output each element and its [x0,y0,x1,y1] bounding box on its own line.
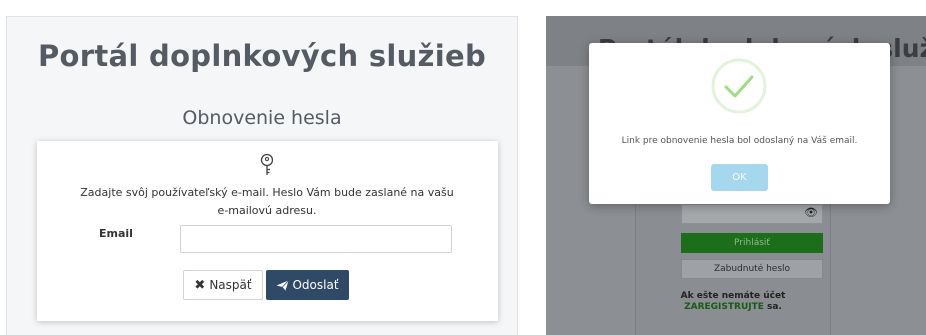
background-register-text: Ak ešte nemáte účet ZAREGISTRUJTE sa. [636,291,830,313]
reset-form-card: Zadajte svôj používateľský e-mail. Heslo… [37,141,498,321]
eye-icon: 👁 [804,206,818,219]
background-forgot-password-button: Zabudnuté heslo [681,259,823,279]
password-reset-panel: Portál doplnkových služieb Obnovenie hes… [6,16,518,335]
success-message: Link pre obnovenie hesla bol odoslaný na… [621,136,858,146]
back-button[interactable]: ✖ Naspäť [183,270,263,300]
email-label: Email [99,227,133,240]
ok-button[interactable]: OK [711,164,768,191]
background-login-button: Prihlásiť [681,233,823,253]
register-line: ZAREGISTRUJTE sa. [636,302,830,313]
paper-plane-icon [276,279,290,290]
page-subtitle: Obnovenie hesla [182,107,342,129]
background-password-input [681,204,823,224]
portal-title: Portál doplnkových služieb [37,39,487,73]
info-text: Zadajte svôj používateľský e-mail. Heslo… [80,186,454,217]
success-modal: Link pre obnovenie hesla bol odoslaný na… [589,43,890,204]
checkmark-icon [711,58,767,114]
register-suffix: sa. [763,302,782,312]
send-button[interactable]: Odoslať [266,270,349,300]
email-input[interactable] [180,225,452,253]
no-account-text: Ak ešte nemáte účet [680,291,786,301]
back-button-label: Naspäť [209,278,252,292]
success-dialog-screen: Portál doplnkových služieb 👁 Prihlásiť Z… [546,16,926,335]
send-button-label: Odoslať [292,278,339,292]
register-link: ZAREGISTRUJTE [684,302,764,312]
background-login-card: 👁 Prihlásiť Zabudnuté heslo Ak ešte nemá… [635,198,831,335]
key-icon [260,153,274,175]
close-icon: ✖ [194,277,206,293]
